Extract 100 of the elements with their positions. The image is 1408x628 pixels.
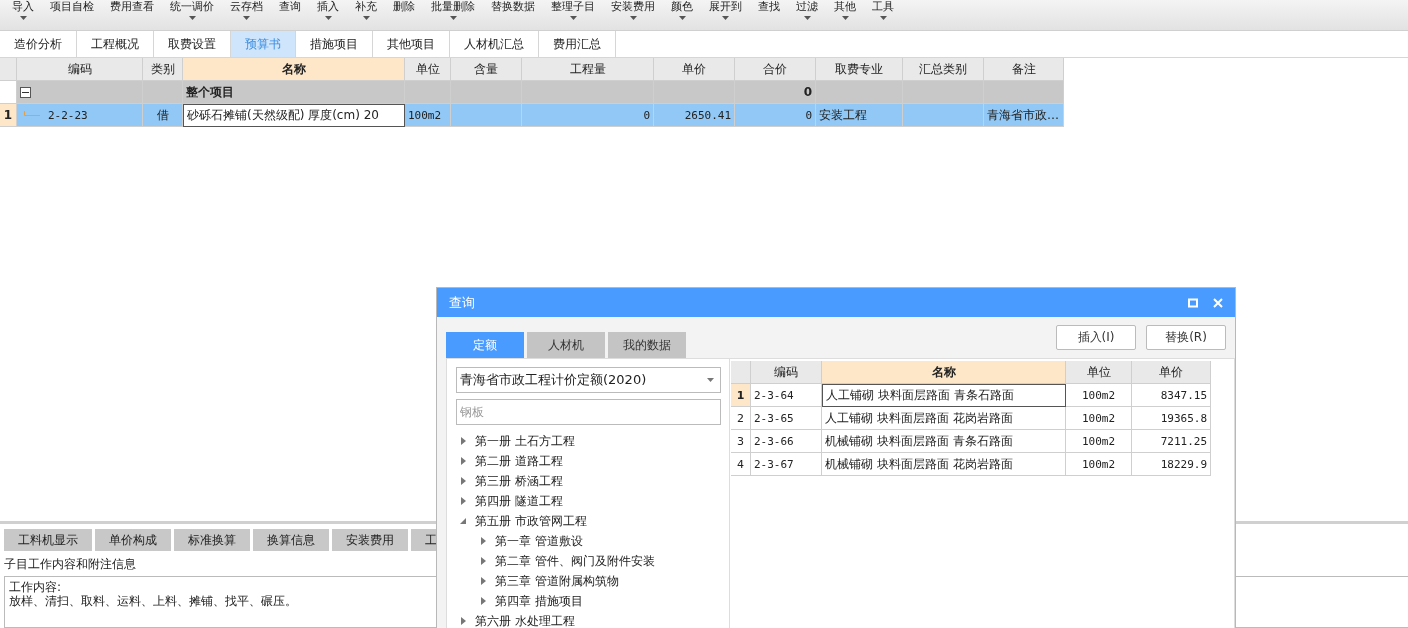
tab[interactable]: 人材机 xyxy=(527,332,605,358)
toolbar-button[interactable]: 云存档 xyxy=(222,0,271,20)
toolbar-button[interactable]: 项目自检 xyxy=(42,0,102,13)
group-name-cell: 整个项目 xyxy=(183,81,405,104)
close-icon[interactable] xyxy=(1213,297,1223,308)
maximize-icon[interactable] xyxy=(1188,297,1198,308)
tree-item-label: 第三章 管道附属构筑物 xyxy=(495,572,619,590)
expand-triangle-icon[interactable] xyxy=(460,617,466,625)
toolbar-button[interactable]: 删除 xyxy=(385,0,423,13)
tab[interactable]: 换算信息 xyxy=(253,529,329,551)
tree-item-label: 第五册 市政管网工程 xyxy=(475,512,587,530)
column-header[interactable]: 编码 xyxy=(751,361,822,384)
toolbar-button[interactable]: 费用查看 xyxy=(102,0,162,13)
column-header[interactable]: 工程量 xyxy=(522,58,654,81)
table-cell: 100m2 xyxy=(1066,430,1132,453)
table-cell: 2650.41 xyxy=(654,104,735,127)
group-cell xyxy=(451,81,522,104)
collapse-triangle-icon[interactable] xyxy=(460,517,466,525)
toolbar-button[interactable]: 补充 xyxy=(347,0,385,20)
tree-item[interactable]: 第一册 土石方工程 xyxy=(456,431,721,451)
table-cell: 7211.25 xyxy=(1132,430,1211,453)
group-cell xyxy=(405,81,451,104)
column-header[interactable]: 单价 xyxy=(1132,361,1211,384)
column-header[interactable]: 单位 xyxy=(1066,361,1132,384)
tree-item-label: 第六册 水处理工程 xyxy=(475,612,575,628)
tree-item[interactable]: 第六册 水处理工程 xyxy=(456,611,721,628)
column-header[interactable]: 类别 xyxy=(143,58,183,81)
column-header[interactable]: 单价 xyxy=(654,58,735,81)
column-header[interactable]: 名称 xyxy=(822,361,1066,384)
table-cell: 100m2 xyxy=(405,104,451,127)
toolbar-button[interactable]: 批量删除 xyxy=(423,0,483,20)
tab[interactable]: 标准换算 xyxy=(174,529,250,551)
tree-item[interactable]: 第二册 道路工程 xyxy=(456,451,721,471)
table-cell: 19365.8 xyxy=(1132,407,1211,430)
column-header[interactable]: 单位 xyxy=(405,58,451,81)
row-number[interactable]: 2 xyxy=(731,407,751,430)
toolbar-button[interactable]: 工具 xyxy=(864,0,902,20)
name-field[interactable]: 砂砾石摊铺(天然级配) 厚度(cm) 20 xyxy=(183,104,405,127)
expand-triangle-icon[interactable] xyxy=(480,597,486,605)
table-cell: 100m2 xyxy=(1066,453,1132,476)
column-header[interactable]: 备注 xyxy=(984,58,1064,81)
column-header[interactable]: 名称 xyxy=(183,58,405,81)
table-cell: 0 xyxy=(522,104,654,127)
caret-icon xyxy=(629,16,637,20)
expand-triangle-icon[interactable] xyxy=(480,557,486,565)
expand-triangle-icon[interactable] xyxy=(460,477,466,485)
tab[interactable]: 单价构成 xyxy=(95,529,171,551)
table-cell: 机械铺砌 块料面层路面 花岗岩路面 xyxy=(822,453,1066,476)
tree-item[interactable]: 第四册 隧道工程 xyxy=(456,491,721,511)
caret-icon xyxy=(879,16,887,20)
toolbar-button[interactable]: 整理子目 xyxy=(543,0,603,20)
tab[interactable]: 安装费用 xyxy=(332,529,408,551)
toolbar-button[interactable]: 其他 xyxy=(826,0,864,20)
column-header[interactable]: 汇总类别 xyxy=(903,58,984,81)
table-cell: 人工铺砌 块料面层路面 花岗岩路面 xyxy=(822,407,1066,430)
toolbar-button[interactable]: 查询 xyxy=(271,0,309,13)
toolbar-button[interactable]: 过滤 xyxy=(788,0,826,20)
toolbar-button[interactable]: 替换数据 xyxy=(483,0,543,13)
row-number[interactable]: 4 xyxy=(731,453,751,476)
expand-triangle-icon[interactable] xyxy=(480,537,486,545)
toolbar-button[interactable]: 展开到 xyxy=(701,0,750,20)
dialog-button[interactable]: 插入(I) xyxy=(1056,325,1136,351)
caret-icon xyxy=(841,16,849,20)
tree-item[interactable]: 第四章 措施项目 xyxy=(456,591,721,611)
toolbar-button[interactable]: 颜色 xyxy=(663,0,701,20)
toolbar-button[interactable]: 插入 xyxy=(309,0,347,20)
toolbar-button[interactable]: 导入 xyxy=(4,0,42,20)
tree-item[interactable]: 第一章 管道敷设 xyxy=(456,531,721,551)
toolbar-button[interactable]: 统一调价 xyxy=(162,0,222,20)
expand-triangle-icon[interactable] xyxy=(460,497,466,505)
tree-item[interactable]: 第二章 管件、阀门及附件安装 xyxy=(456,551,721,571)
table-cell: 人工铺砌 块料面层路面 青条石路面 xyxy=(822,384,1066,407)
table-cell: 2-3-64 xyxy=(751,384,822,407)
row-number[interactable]: 3 xyxy=(731,430,751,453)
caret-icon xyxy=(188,16,196,20)
row-number[interactable]: 1 xyxy=(0,104,17,127)
tree-item-label: 第一册 土石方工程 xyxy=(475,432,575,450)
tree-item[interactable]: 第三章 管道附属构筑物 xyxy=(456,571,721,591)
collapse-icon[interactable] xyxy=(20,86,31,98)
toolbar-button[interactable]: 安装费用 xyxy=(603,0,663,20)
tab[interactable]: 我的数据 xyxy=(608,332,686,358)
search-field[interactable]: 钢板 xyxy=(456,399,721,425)
tree-item[interactable]: 第五册 市政管网工程 xyxy=(456,511,721,531)
expand-triangle-icon[interactable] xyxy=(460,457,466,465)
toolbar-button[interactable]: 查找 xyxy=(750,0,788,13)
caret-icon xyxy=(362,16,370,20)
column-header[interactable]: 含量 xyxy=(451,58,522,81)
expand-triangle-icon[interactable] xyxy=(480,577,486,585)
tree-item[interactable]: 第三册 桥涵工程 xyxy=(456,471,721,491)
tab[interactable]: 工料机显示 xyxy=(4,529,92,551)
column-header[interactable]: 合价 xyxy=(735,58,816,81)
tree-item-label: 第二章 管件、阀门及附件安装 xyxy=(495,552,655,570)
library-dropdown[interactable]: 青海省市政工程计价定额(2020) xyxy=(456,367,721,393)
dialog-button[interactable]: 替换(R) xyxy=(1146,325,1226,351)
column-header[interactable]: 取费专业 xyxy=(816,58,903,81)
row-number[interactable]: 1 xyxy=(731,384,751,407)
section-title: 子目工作内容和附注信息 xyxy=(3,556,137,573)
column-header[interactable]: 编码 xyxy=(17,58,143,81)
expand-triangle-icon[interactable] xyxy=(460,437,466,445)
caret-icon xyxy=(19,16,27,20)
